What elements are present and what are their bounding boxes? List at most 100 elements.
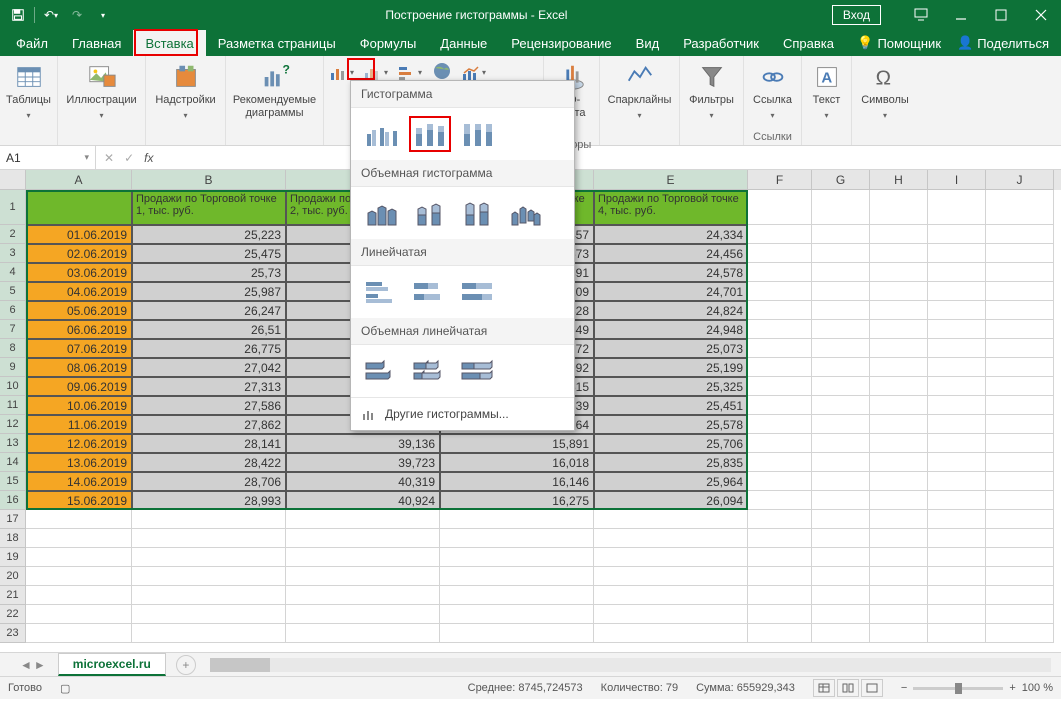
- cell[interactable]: [928, 377, 986, 396]
- row-header[interactable]: 14: [0, 453, 26, 472]
- tab-assistant[interactable]: 💡 Помощник: [849, 35, 949, 51]
- cell[interactable]: [748, 282, 812, 301]
- sheet-nav-prev-icon[interactable]: ◄: [20, 658, 32, 672]
- cell[interactable]: 25,73: [132, 263, 286, 282]
- cell[interactable]: [594, 624, 748, 643]
- row-header[interactable]: 8: [0, 339, 26, 358]
- cell[interactable]: [812, 510, 870, 529]
- cell[interactable]: 28,422: [132, 453, 286, 472]
- cell[interactable]: [928, 358, 986, 377]
- cell[interactable]: 25,073: [594, 339, 748, 358]
- cell[interactable]: 10.06.2019: [26, 396, 132, 415]
- cell[interactable]: [986, 567, 1054, 586]
- tab-share[interactable]: 👤 Поделиться: [949, 35, 1057, 51]
- cell[interactable]: [870, 320, 928, 339]
- fx-icon[interactable]: fx: [140, 151, 157, 165]
- cell[interactable]: [440, 567, 594, 586]
- row-header[interactable]: 20: [0, 567, 26, 586]
- cell[interactable]: 25,964: [594, 472, 748, 491]
- cell[interactable]: 16,018: [440, 453, 594, 472]
- row-header[interactable]: 3: [0, 244, 26, 263]
- chart-clustered-column[interactable]: [361, 116, 403, 152]
- cell[interactable]: [748, 263, 812, 282]
- cell[interactable]: [870, 263, 928, 282]
- tab-insert[interactable]: Вставка: [133, 30, 205, 56]
- row-header[interactable]: 21: [0, 586, 26, 605]
- cell[interactable]: [748, 396, 812, 415]
- cell[interactable]: [870, 434, 928, 453]
- cell[interactable]: [928, 624, 986, 643]
- cell[interactable]: 13.06.2019: [26, 453, 132, 472]
- cell[interactable]: [986, 548, 1054, 567]
- cell[interactable]: [812, 339, 870, 358]
- cell[interactable]: [748, 320, 812, 339]
- cell[interactable]: [748, 624, 812, 643]
- select-all-corner[interactable]: [0, 170, 26, 190]
- cell[interactable]: [26, 548, 132, 567]
- chart-3d-stacked-bar[interactable]: [409, 353, 451, 389]
- cell[interactable]: [594, 605, 748, 624]
- cell[interactable]: 26,247: [132, 301, 286, 320]
- view-normal-icon[interactable]: [813, 679, 835, 697]
- cell[interactable]: [748, 339, 812, 358]
- cell[interactable]: [986, 377, 1054, 396]
- zoom-slider[interactable]: [913, 687, 1003, 690]
- cell[interactable]: [812, 453, 870, 472]
- cell[interactable]: [986, 529, 1054, 548]
- cell[interactable]: [928, 586, 986, 605]
- cell[interactable]: [440, 510, 594, 529]
- add-sheet-button[interactable]: +: [176, 655, 196, 675]
- zoom-out-icon[interactable]: −: [901, 682, 907, 694]
- ribbon-options-icon[interactable]: [901, 0, 941, 30]
- col-header[interactable]: E: [594, 170, 748, 190]
- cell[interactable]: [870, 377, 928, 396]
- horizontal-scrollbar[interactable]: [210, 658, 1051, 672]
- cell[interactable]: [26, 510, 132, 529]
- cell[interactable]: 28,706: [132, 472, 286, 491]
- cell[interactable]: [870, 510, 928, 529]
- tables-button[interactable]: Таблицы▾: [2, 60, 55, 124]
- cell[interactable]: [986, 453, 1054, 472]
- row-header[interactable]: 23: [0, 624, 26, 643]
- cell[interactable]: [440, 548, 594, 567]
- cell[interactable]: [748, 529, 812, 548]
- col-header[interactable]: G: [812, 170, 870, 190]
- chart-3d-100stacked-column[interactable]: [457, 195, 499, 231]
- cell[interactable]: [928, 491, 986, 510]
- cell[interactable]: [986, 510, 1054, 529]
- cell[interactable]: [26, 529, 132, 548]
- cell[interactable]: [26, 567, 132, 586]
- cell[interactable]: [812, 396, 870, 415]
- cell[interactable]: [748, 225, 812, 244]
- cell[interactable]: [748, 491, 812, 510]
- cell[interactable]: [986, 263, 1054, 282]
- cell[interactable]: [286, 548, 440, 567]
- cell[interactable]: [440, 605, 594, 624]
- cell[interactable]: 16,146: [440, 472, 594, 491]
- cell[interactable]: [26, 605, 132, 624]
- row-header[interactable]: 12: [0, 415, 26, 434]
- cell[interactable]: [928, 434, 986, 453]
- cell[interactable]: [986, 339, 1054, 358]
- cell[interactable]: [870, 415, 928, 434]
- cell[interactable]: [928, 605, 986, 624]
- cell[interactable]: 26,094: [594, 491, 748, 510]
- cell[interactable]: 24,824: [594, 301, 748, 320]
- cell[interactable]: [286, 529, 440, 548]
- cell[interactable]: [286, 586, 440, 605]
- col-header[interactable]: H: [870, 170, 928, 190]
- cell[interactable]: [928, 190, 986, 225]
- tab-home[interactable]: Главная: [60, 30, 133, 56]
- row-header[interactable]: 6: [0, 301, 26, 320]
- cell[interactable]: 27,586: [132, 396, 286, 415]
- cell[interactable]: [132, 510, 286, 529]
- tab-file[interactable]: Файл: [4, 30, 60, 56]
- cell[interactable]: [594, 567, 748, 586]
- cell[interactable]: [286, 624, 440, 643]
- cell[interactable]: 16,275: [440, 491, 594, 510]
- cell[interactable]: 02.06.2019: [26, 244, 132, 263]
- cell[interactable]: [812, 320, 870, 339]
- row-header[interactable]: 22: [0, 605, 26, 624]
- cell[interactable]: 09.06.2019: [26, 377, 132, 396]
- cell[interactable]: [286, 510, 440, 529]
